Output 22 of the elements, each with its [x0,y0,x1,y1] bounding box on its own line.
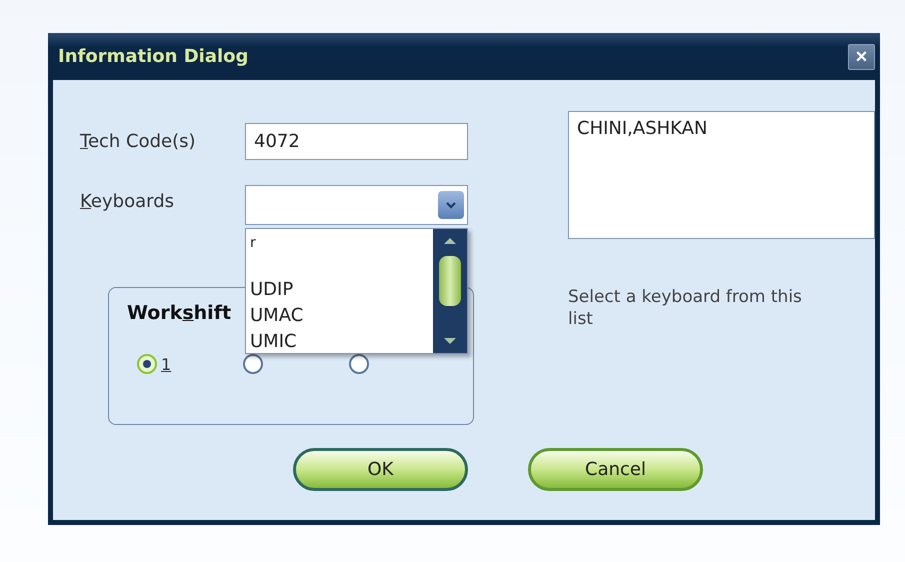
close-button[interactable]: × [848,44,875,70]
scroll-thumb[interactable] [439,256,461,306]
scrollbar[interactable] [433,229,467,353]
cancel-button[interactable]: Cancel [528,448,703,491]
radio-button[interactable] [243,354,263,374]
name-field[interactable]: CHINI,ASHKAN [568,111,875,239]
hint-text: Select a keyboard from this list [568,286,803,330]
radio-label: 1 [161,354,172,374]
list-item[interactable]: UDIP [250,279,294,300]
list-item[interactable]: r [250,230,256,251]
list-item[interactable]: UMIC [250,331,297,352]
window-title: Information Dialog [58,46,248,67]
scroll-up-icon[interactable] [443,237,457,245]
ok-button[interactable]: OK [293,448,468,491]
field-label: Tech Code(s) [80,131,197,152]
field-label: Keyboards [80,190,176,212]
scroll-down-icon[interactable] [443,337,457,345]
list-item[interactable]: UMAC [250,305,304,326]
radio-button[interactable] [349,354,369,374]
tech-code-field[interactable]: 4072 [245,123,468,160]
group-title: Workshift [127,302,232,324]
radio-button[interactable] [137,354,157,374]
